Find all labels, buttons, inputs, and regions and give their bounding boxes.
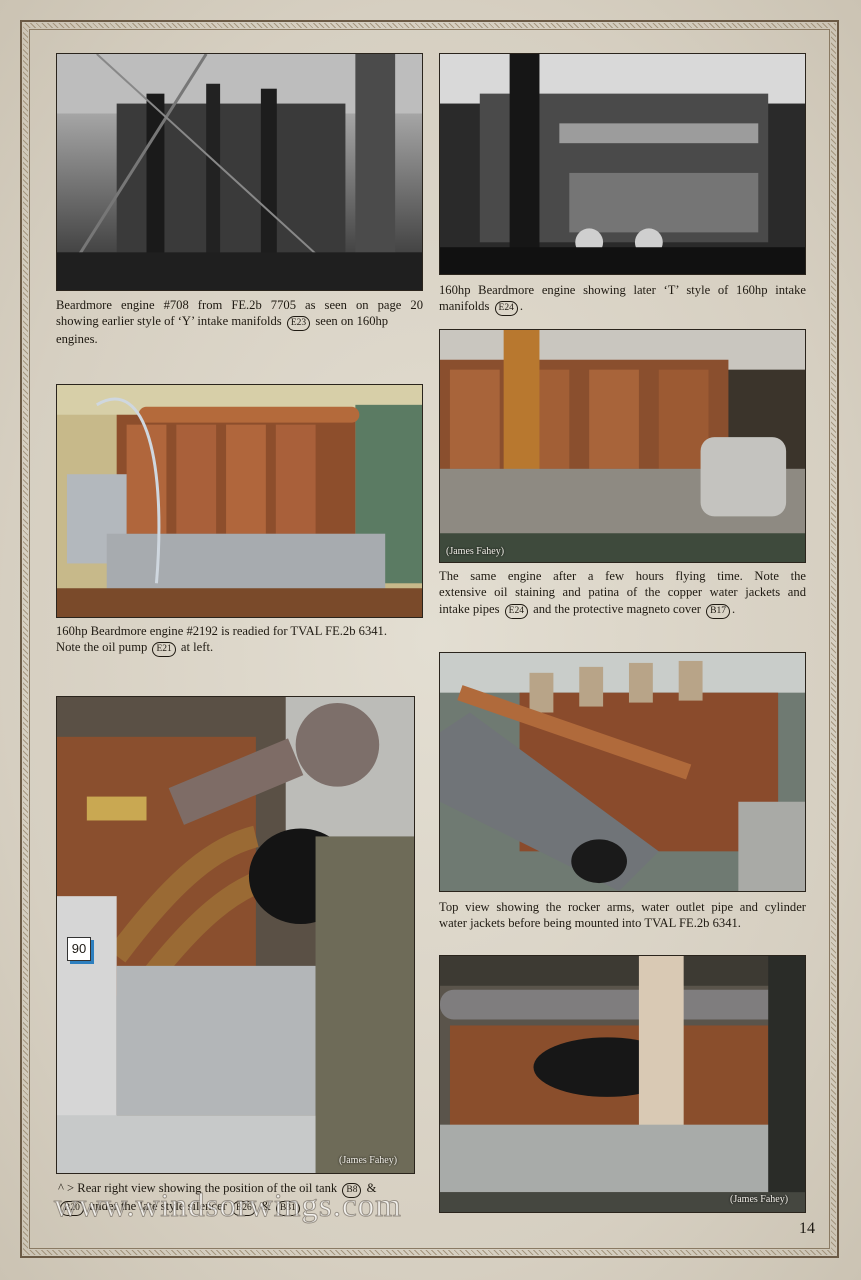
photo-after-flying: (James Fahey): [439, 329, 806, 563]
photo-silencer: (James Fahey): [439, 955, 806, 1213]
photo-rear-right: (James Fahey): [56, 696, 415, 1174]
caption-engine-708: Beardmore engine #708 from FE.2b 7705 as…: [56, 297, 423, 348]
reference-badge: B17: [706, 603, 730, 619]
caption-line: Note the oil pump E21 at left.: [56, 639, 423, 658]
photo-engine-2192: [56, 384, 423, 618]
caption-line: engines.: [56, 332, 98, 347]
caption-top-view: Top view showing the rocker arms, water …: [439, 899, 806, 932]
caption-text: seen on 160hp: [315, 314, 389, 329]
caption-after-flying: The same engine after a few hours flying…: [439, 568, 806, 619]
caption-text: manifolds: [439, 299, 490, 314]
caption-text: at left.: [180, 640, 214, 655]
caption-text: and the protective magneto cover: [533, 601, 701, 616]
caption-engine-2192: 160hp Beardmore engine #2192 is readied …: [56, 623, 423, 658]
caption-line: extensive oil staining and patina of the…: [439, 585, 806, 600]
caption-line: The same engine after a few hours flying…: [439, 569, 806, 583]
caption-text: intake pipes: [439, 601, 500, 616]
caption-line: 160hp Beardmore engine #2192 is readied …: [56, 624, 387, 638]
caption-line: Beardmore engine #708 from FE.2b 7705 as…: [56, 298, 423, 312]
caption-text: Note the oil pump: [56, 640, 148, 655]
photo-top-view: [439, 652, 806, 892]
caption-line: showing earlier style of ‘Y’ intake mani…: [56, 313, 423, 332]
reference-badge: E23: [286, 316, 311, 332]
reference-badge: E21: [152, 642, 176, 658]
page-number: 14: [799, 1220, 815, 1237]
reference-badge: E24: [504, 603, 528, 619]
photo-engine-708: [56, 53, 423, 291]
watermark: www.windsorwings.com: [54, 1188, 402, 1225]
caption-text: showing earlier style of ‘Y’ intake mani…: [56, 314, 282, 329]
photo-credit: (James Fahey): [339, 1155, 398, 1166]
photo-credit: (James Fahey): [446, 546, 505, 557]
caption-t-style: 160hp Beardmore engine showing later ‘T’…: [439, 282, 806, 317]
caption-line: Top view showing the rocker arms, water …: [439, 900, 806, 914]
caption-line: water jackets before being mounted into …: [439, 916, 741, 931]
caption-text: .: [732, 601, 736, 616]
caption-line: 160hp Beardmore engine showing later ‘T’…: [439, 283, 806, 297]
photo-t-style-manifolds: [439, 53, 806, 275]
caption-text: .: [519, 299, 523, 314]
callout-label: 90: [67, 937, 91, 961]
caption-line: intake pipes E24 and the protective magn…: [439, 601, 806, 619]
caption-line: manifolds E24.: [439, 298, 806, 317]
reference-badge: E24: [494, 301, 518, 317]
photo-credit: (James Fahey): [730, 1194, 789, 1205]
